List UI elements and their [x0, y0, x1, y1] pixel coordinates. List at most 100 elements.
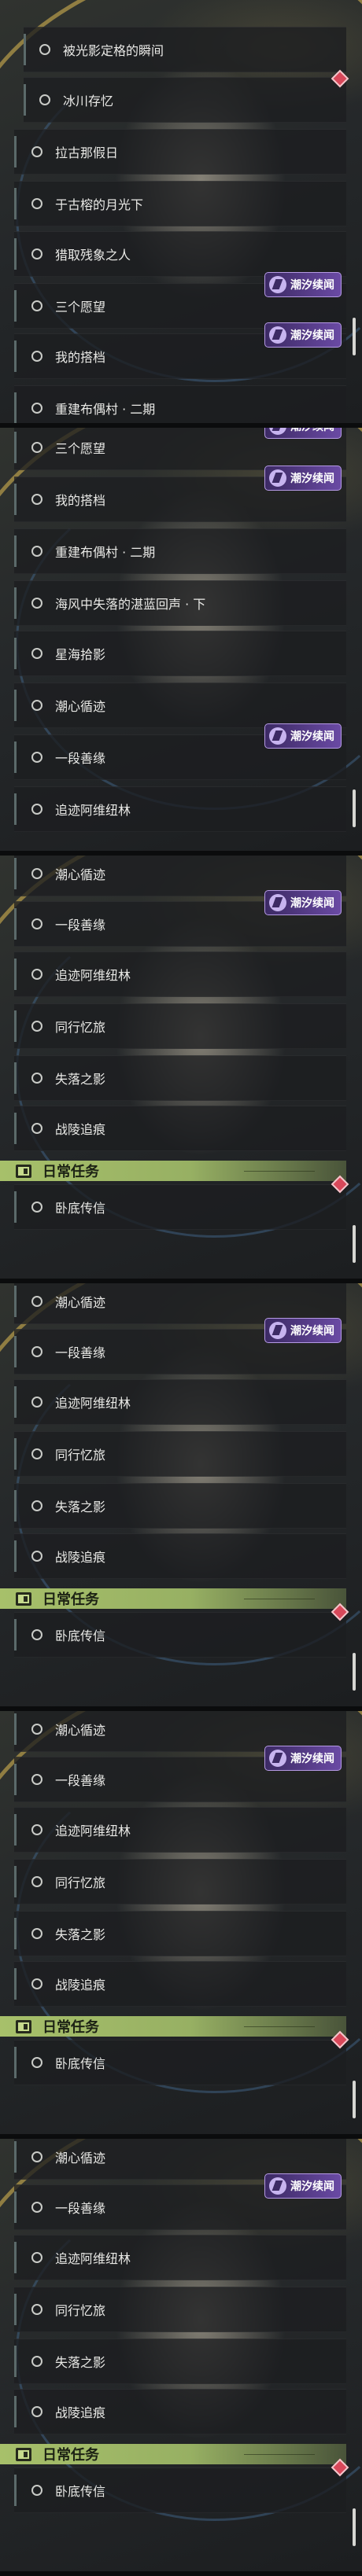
- circle-status-icon: [31, 351, 42, 362]
- scrollbar-thumb[interactable]: [353, 1653, 356, 1691]
- circle-status-icon: [31, 1629, 42, 1640]
- daily-tasks-header[interactable]: 日常任务: [0, 1161, 346, 1181]
- quest-row[interactable]: 同行忆旅: [14, 1859, 346, 1904]
- row-accent-bar: [14, 2242, 17, 2273]
- quest-row[interactable]: 追迹阿维纽林: [14, 951, 346, 997]
- quest-panel: 潮心循迹 一段善缘 潮汐续闻 追迹阿维纽林 同行忆旅 失落之影 战陵追痕 日常任务 卧底传信: [0, 856, 362, 1283]
- row-accent-bar: [14, 340, 17, 372]
- quest-row[interactable]: 同行忆旅: [14, 2287, 346, 2332]
- row-accent-bar: [14, 1814, 17, 1846]
- quest-row[interactable]: 失落之影: [14, 1055, 346, 1101]
- quest-row[interactable]: 卧底传信: [14, 1184, 346, 1230]
- quest-row[interactable]: 战陵追痕: [14, 1106, 346, 1151]
- quest-title: 同行忆旅: [55, 2303, 106, 2318]
- quest-title: 追迹阿维纽林: [55, 968, 131, 983]
- tide-news-badge[interactable]: 潮汐续闻: [264, 322, 342, 348]
- row-accent-bar: [14, 188, 17, 219]
- quest-row[interactable]: 卧底传信: [14, 2040, 346, 2085]
- tide-news-badge[interactable]: 潮汐续闻: [264, 466, 342, 491]
- quest-panel: 潮心循迹 一段善缘 潮汐续闻 追迹阿维纽林 同行忆旅 失落之影 战陵追痕 日常任务 卧底传信: [0, 2139, 362, 2576]
- quest-row[interactable]: 猎取残象之人: [14, 231, 346, 277]
- quest-row[interactable]: 重建布偶村 · 二期: [14, 528, 346, 574]
- circle-status-icon: [31, 1397, 42, 1408]
- feather-icon: [269, 894, 286, 911]
- circle-status-icon: [31, 2356, 42, 2367]
- quest-row[interactable]: 战陵追痕: [14, 1961, 346, 2007]
- quest-title: 同行忆旅: [55, 1020, 106, 1035]
- quest-row[interactable]: 失落之影: [14, 2339, 346, 2384]
- quest-title: 潮心循迹: [55, 1723, 106, 1738]
- quest-row[interactable]: 卧底传信: [14, 1612, 346, 1658]
- scrollbar-thumb[interactable]: [353, 2081, 356, 2118]
- quest-row[interactable]: 战陵追痕: [14, 1533, 346, 1579]
- quest-row[interactable]: 拉古那假日: [14, 129, 346, 175]
- quest-title: 卧底传信: [55, 1628, 106, 1643]
- quest-title: 猎取残象之人: [55, 248, 131, 263]
- quest-row[interactable]: 冰川存忆: [24, 77, 346, 123]
- circle-status-icon: [31, 1202, 42, 1213]
- daily-tasks-header[interactable]: 日常任务: [0, 2016, 346, 2037]
- row-accent-bar: [14, 2141, 17, 2173]
- quest-title: 一段善缘: [55, 1773, 106, 1788]
- feather-icon: [269, 469, 286, 487]
- badge-text: 潮汐续闻: [290, 2180, 334, 2193]
- header-decor-line: [244, 1170, 315, 1172]
- feather-icon: [269, 2177, 286, 2195]
- quest-row[interactable]: 重建布偶村 · 二期: [14, 385, 346, 423]
- circle-status-icon: [31, 300, 42, 311]
- quest-row[interactable]: 被光影定格的瞬间: [24, 27, 346, 72]
- circle-status-icon: [31, 648, 42, 659]
- quest-row[interactable]: 追迹阿维纽林: [14, 786, 346, 832]
- quest-title: 我的搭档: [55, 350, 106, 365]
- circle-status-icon: [31, 1876, 42, 1887]
- row-accent-bar: [14, 1490, 17, 1522]
- quest-title: 三个愿望: [55, 300, 106, 315]
- tide-news-badge[interactable]: 潮汐续闻: [264, 1746, 342, 1771]
- scrollbar-thumb[interactable]: [353, 1225, 356, 1263]
- row-accent-bar: [14, 1540, 17, 1572]
- quest-row[interactable]: 失落之影: [14, 1911, 346, 1956]
- circle-status-icon: [31, 2252, 42, 2263]
- tide-news-badge[interactable]: 潮汐续闻: [264, 272, 342, 297]
- quest-row[interactable]: 潮心循迹: [14, 683, 346, 728]
- badge-text: 潮汐续闻: [290, 730, 334, 743]
- quest-row[interactable]: 战陵追痕: [14, 2389, 346, 2434]
- quest-row[interactable]: 同行忆旅: [14, 1003, 346, 1049]
- quest-row[interactable]: 追迹阿维纽林: [14, 1379, 346, 1425]
- daily-tasks-header[interactable]: 日常任务: [0, 1588, 346, 1609]
- quest-row[interactable]: 星海拾影: [14, 631, 346, 676]
- quest-title: 同行忆旅: [55, 1875, 106, 1890]
- row-accent-bar: [14, 742, 17, 773]
- quest-row[interactable]: 卧底传信: [14, 2467, 346, 2513]
- book-icon: [16, 1592, 31, 1606]
- daily-tasks-header[interactable]: 日常任务: [0, 2444, 346, 2464]
- row-accent-bar: [14, 484, 17, 515]
- quest-title: 于古榕的月光下: [55, 197, 144, 212]
- quest-row[interactable]: 失落之影: [14, 1483, 346, 1529]
- quest-row[interactable]: 追迹阿维纽林: [14, 2235, 346, 2280]
- tide-news-badge[interactable]: 潮汐续闻: [264, 723, 342, 749]
- quest-row[interactable]: 海风中失落的湛蓝回声 · 下: [14, 580, 346, 626]
- row-accent-bar: [14, 1438, 17, 1470]
- scrollbar-thumb[interactable]: [353, 2508, 356, 2546]
- quest-title: 潮心循迹: [55, 1295, 106, 1310]
- quest-row[interactable]: 同行忆旅: [14, 1431, 346, 1477]
- badge-text: 潮汐续闻: [290, 428, 334, 434]
- circle-status-icon: [31, 1774, 42, 1785]
- tide-news-badge[interactable]: 潮汐续闻: [264, 428, 342, 439]
- tide-news-badge[interactable]: 潮汐续闻: [264, 890, 342, 915]
- quest-title: 一段善缘: [55, 1345, 106, 1360]
- daily-tasks-title: 日常任务: [42, 1164, 99, 1180]
- quest-row[interactable]: 于古榕的月光下: [14, 181, 346, 226]
- tide-news-badge[interactable]: 潮汐续闻: [264, 1318, 342, 1343]
- scrollbar-thumb[interactable]: [353, 318, 356, 355]
- quest-title: 失落之影: [55, 1927, 106, 1942]
- scrollbar-thumb[interactable]: [353, 789, 356, 827]
- circle-status-icon: [31, 494, 42, 505]
- quest-row[interactable]: 追迹阿维纽林: [14, 1807, 346, 1853]
- quest-title: 重建布偶村 · 二期: [55, 402, 156, 417]
- row-accent-bar: [14, 1713, 17, 1745]
- quest-title: 一段善缘: [55, 918, 106, 933]
- quest-title: 拉古那假日: [55, 145, 119, 160]
- tide-news-badge[interactable]: 潮汐续闻: [264, 2173, 342, 2199]
